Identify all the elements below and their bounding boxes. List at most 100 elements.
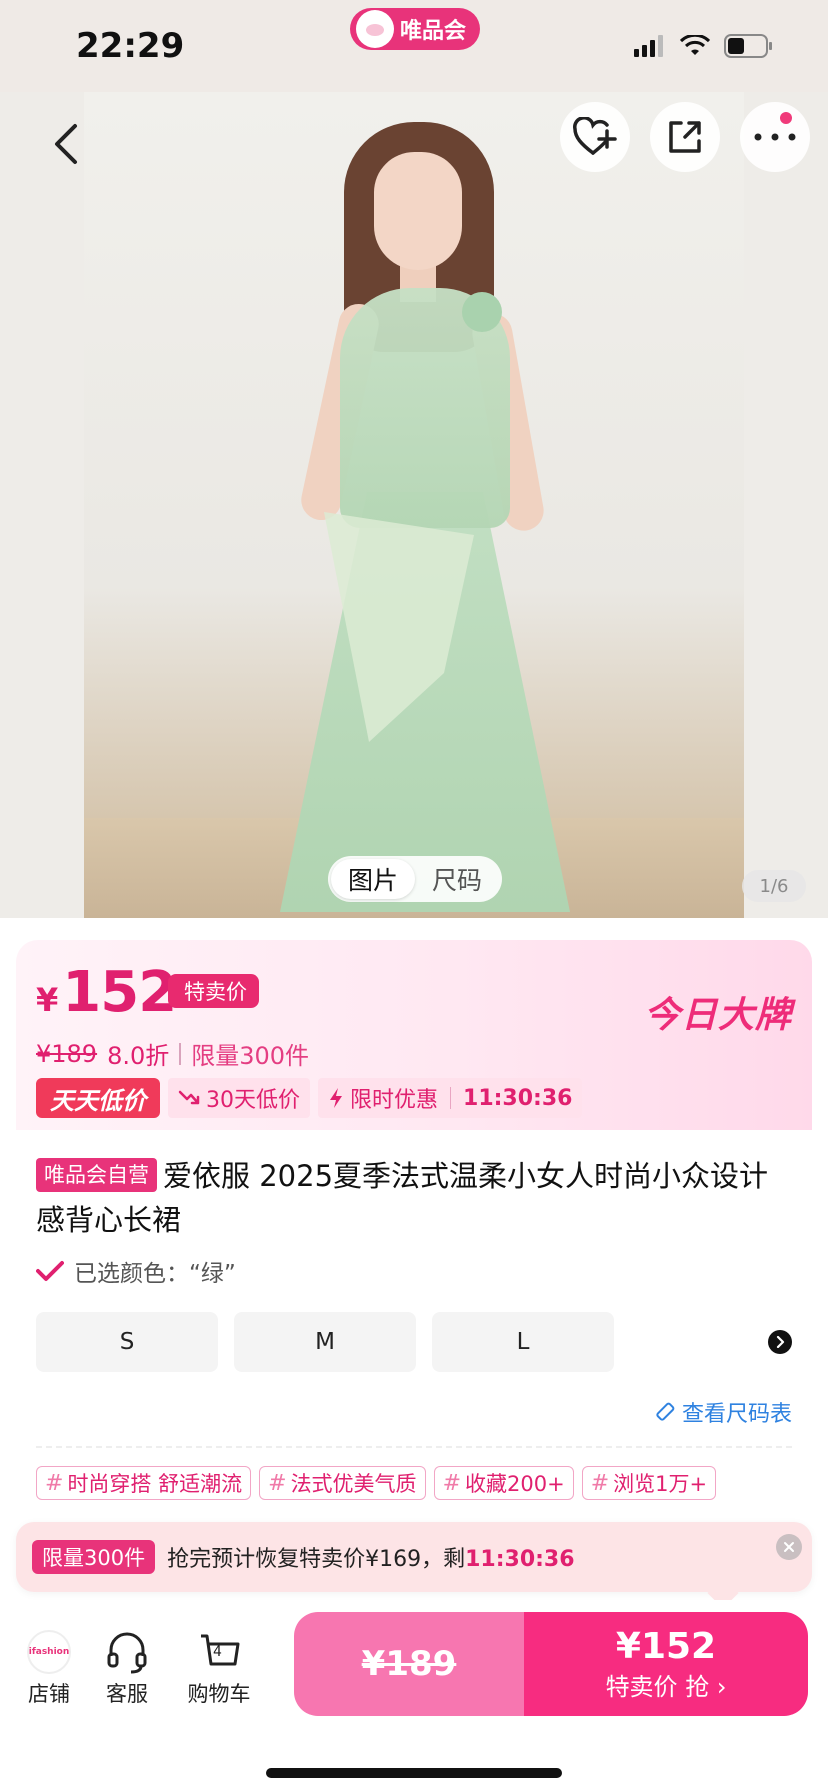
limit-message: 抢完预计恢复特卖价¥169，剩11:30:36 [167,1541,574,1573]
store-label: 店铺 [28,1682,70,1706]
size-option-l[interactable]: L [432,1312,614,1372]
promo-row: 天天低价 30天低价 限时优惠 11:30:36 [36,1078,583,1118]
wifi-icon [680,35,710,55]
brand-pill: 唯品会 [350,8,481,50]
flash-sale-badge: 特卖价 [168,974,259,1008]
signal-icon [634,35,663,57]
discount-text: 8.0折 [107,1042,170,1070]
chevron-right-icon [776,1336,785,1348]
hash-icon: # [442,1470,461,1496]
purchase-buttons: ¥189 ¥152 特卖价 抢 › [294,1612,808,1716]
buy-label: 特卖价 抢 › [605,1673,727,1701]
limit-text: 限量300件 [191,1042,310,1070]
low-price-30-days-chip: 30天低价 [168,1078,310,1118]
brand-name: 唯品会 [400,19,467,44]
size-chart-label: 查看尺码表 [681,1402,792,1427]
share-button[interactable] [650,102,720,172]
more-button[interactable] [740,102,810,172]
original-price: ¥189 [36,1039,98,1068]
cart-label: 购物车 [187,1682,251,1706]
cart-count: 4 [213,1644,222,1660]
more-sizes-button[interactable] [768,1330,792,1354]
hash-icon: # [45,1470,64,1496]
tag-label: 时尚穿搭 舒适潮流 [67,1472,243,1496]
limit-badge: 限量300件 [32,1540,156,1574]
tag-chip[interactable]: # 浏览1万+ [581,1466,717,1500]
status-icons [634,34,774,58]
battery-icon [724,34,772,58]
tab-size[interactable]: 尺码 [415,859,499,899]
limited-time-label: 限时优惠 [350,1088,439,1113]
hash-icon: # [590,1470,610,1496]
favorite-button[interactable] [560,102,630,172]
notification-dot [780,112,792,124]
dress-flower [462,292,502,332]
divider [450,1087,452,1109]
back-button[interactable] [36,114,96,174]
store-logo-icon: ifashion [27,1630,71,1674]
tag-label: 浏览1万+ [613,1472,708,1496]
buy-now-button[interactable]: ¥152 特卖价 抢 › [524,1612,808,1716]
customer-service-button[interactable]: 客服 [92,1630,162,1708]
tag-label: 法式优美气质 [290,1472,417,1496]
trend-down-icon [178,1090,200,1105]
today-brand-banner[interactable]: 今日大牌 [644,986,792,1038]
buy-price: ¥152 [615,1626,717,1667]
brand-mascot-icon [356,10,394,48]
banner-close-button[interactable] [776,1534,802,1560]
limited-stock-banner: 限量300件 抢完预计恢复特卖价¥169，剩11:30:36 [16,1522,812,1609]
original-price-button[interactable]: ¥189 [294,1612,524,1716]
bottom-action-bar: ifashion 店铺 客服 4 购物车 ¥189 ¥152 特卖价 抢 › [0,1600,828,1792]
tag-list: # 时尚穿搭 舒适潮流 # 法式优美气质 # 收藏200+ # 浏览1万+ [36,1466,717,1500]
product-info-card: 唯品会自营 爱依服 2025夏季法式温柔小女人时尚小众设计感背心长裙 已选颜色：“… [16,1130,812,1530]
tab-images[interactable]: 图片 [331,859,415,899]
current-price: ¥ 152 [36,960,177,1025]
size-chart-link[interactable]: 查看尺码表 [654,1396,792,1428]
status-time: 22:29 [76,26,185,66]
price-detail-row: ¥189 8.0折 限量300件 [36,1036,309,1071]
size-option-m[interactable]: M [234,1312,416,1372]
product-photo [84,92,744,918]
countdown-timer: 11:30:36 [463,1085,573,1111]
cart-button[interactable]: 4 购物车 [184,1630,254,1708]
everyday-low-price-badge: 天天低价 [36,1078,160,1118]
ruler-icon [656,1402,675,1421]
home-indicator[interactable] [266,1768,562,1778]
limit-message-text: 抢完预计恢复特卖价¥169，剩 [167,1547,466,1572]
service-label: 客服 [106,1682,148,1706]
more-dots-icon [754,133,796,141]
section-divider [36,1446,792,1448]
tag-chip[interactable]: # 时尚穿搭 舒适潮流 [36,1466,252,1500]
media-tabs: 图片 尺码 [328,856,502,902]
banner-countdown: 11:30:36 [465,1547,575,1572]
cart-icon-wrap: 4 [197,1630,241,1674]
size-options: S M L [36,1312,614,1372]
share-icon [669,121,701,153]
tag-label: 收藏200+ [465,1472,565,1496]
heart-plus-icon [573,117,617,155]
self-operated-badge: 唯品会自营 [36,1158,157,1192]
selected-color-row: 已选颜色：“绿” [36,1254,236,1288]
headset-icon [107,1632,147,1674]
size-option-s[interactable]: S [36,1312,218,1372]
original-price-label: ¥189 [361,1644,457,1684]
chevron-left-icon [55,124,77,164]
store-button[interactable]: ifashion 店铺 [14,1630,84,1708]
limited-time-chip: 限时优惠 11:30:36 [318,1078,583,1118]
close-icon [784,1542,794,1552]
lightning-icon [330,1088,342,1108]
currency-symbol: ¥ [36,981,59,1019]
tag-chip[interactable]: # 法式优美气质 [259,1466,426,1500]
price-card: ¥ 152 特卖价 今日大牌 ¥189 8.0折 限量300件 天天低价 30天… [16,940,812,1130]
checkmark-icon [36,1261,64,1281]
selected-color-label: 已选颜色：“绿” [74,1261,236,1287]
status-bar: 22:29 唯品会 [0,0,828,92]
model-face [374,152,462,270]
price-value: 152 [62,960,177,1025]
product-image-carousel[interactable]: 图片 尺码 1/6 [0,92,828,918]
low-price-30-label: 30天低价 [206,1088,300,1113]
product-title-row: 唯品会自营 爱依服 2025夏季法式温柔小女人时尚小众设计感背心长裙 [36,1154,792,1242]
hash-icon: # [268,1470,287,1496]
tag-chip[interactable]: # 收藏200+ [433,1466,574,1500]
divider [179,1042,182,1065]
